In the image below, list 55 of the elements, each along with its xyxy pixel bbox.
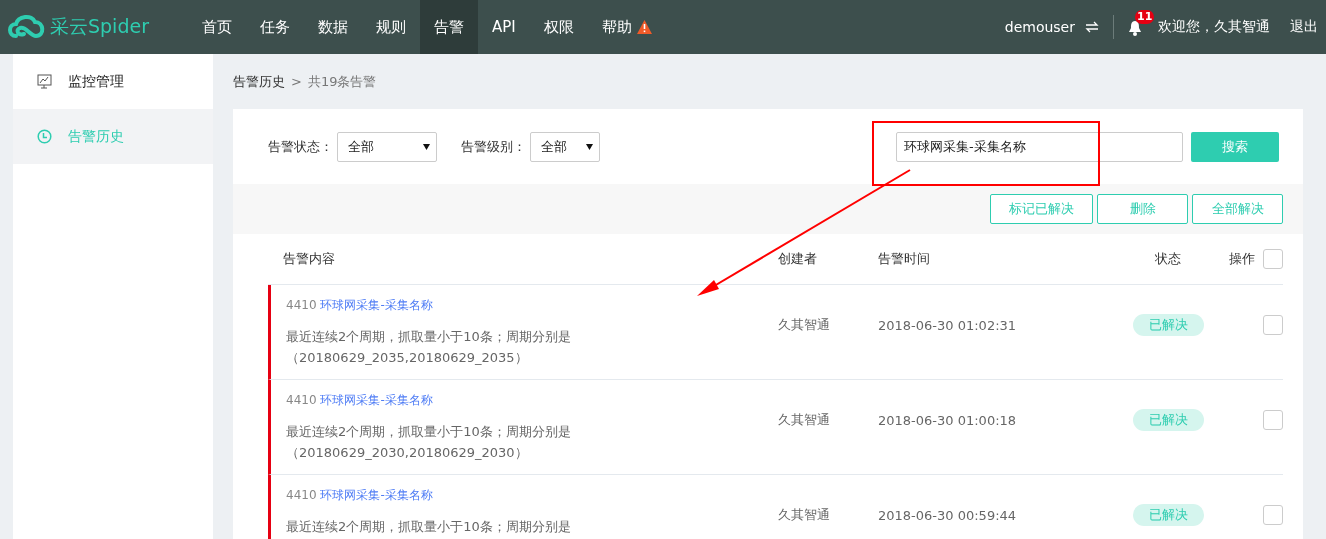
- nav-tab[interactable]: 数据: [304, 0, 362, 54]
- column-header: 状态: [1123, 234, 1213, 285]
- filter-dropdown[interactable]: 全部: [530, 131, 600, 162]
- warning-icon: [636, 20, 652, 34]
- notification-badge: 11: [1135, 10, 1155, 24]
- nav-tab[interactable]: 权限: [529, 0, 588, 54]
- column-header: 操作: [1229, 250, 1255, 268]
- creator-cell: 久其智通: [778, 506, 830, 524]
- breadcrumb-separator: >: [291, 74, 302, 89]
- nav-tab[interactable]: 首页: [188, 0, 246, 54]
- creator-cell: 久其智通: [778, 411, 830, 429]
- row-checkbox[interactable]: [1263, 505, 1283, 525]
- switch-arrows-icon: [1085, 21, 1099, 33]
- nav-tab[interactable]: 告警: [420, 0, 478, 54]
- task-link[interactable]: 环球网采集-采集名称: [320, 488, 433, 502]
- clock-icon: [37, 129, 52, 144]
- alert-id: 4410: [286, 393, 317, 407]
- alert-message: 最近连续2个周期，抓取量小于10条；周期分别是（20180629_2030,20180629_2030）: [286, 423, 572, 462]
- select-all-checkbox[interactable]: [1263, 249, 1283, 269]
- breadcrumb-link[interactable]: 告警历史: [233, 72, 285, 91]
- bell-icon[interactable]: [1128, 20, 1142, 36]
- username-link[interactable]: demouser: [1004, 19, 1075, 35]
- status-tag: 已解决: [1132, 314, 1204, 336]
- alert-message: 最近连续2个周期，抓取量小于10条；周期分别是: [286, 518, 572, 536]
- brand-name: 采云Spider: [50, 14, 149, 39]
- time-cell: 2018-06-30 00:59:44: [878, 507, 1017, 523]
- status-tag: 已解决: [1132, 409, 1204, 431]
- caret-icon: [423, 143, 430, 150]
- status-tag: 已解决: [1132, 504, 1204, 526]
- alert-id: 4410: [286, 488, 317, 502]
- nav-tab[interactable]: 帮助: [587, 0, 666, 54]
- alert-id: 4410: [286, 298, 317, 312]
- welcome-text: 欢迎您，久其智通: [1158, 18, 1270, 36]
- time-cell: 2018-06-30 01:02:31: [878, 317, 1017, 333]
- nav-tab[interactable]: API: [478, 0, 530, 54]
- nav-tab[interactable]: 规则: [362, 0, 420, 54]
- filter-label: 告警状态：: [268, 137, 333, 156]
- search-field[interactable]: 环球网采集-采集名称: [896, 131, 1183, 162]
- filter-dropdown[interactable]: 全部: [337, 131, 437, 162]
- alert-message: 最近连续2个周期，抓取量小于10条；周期分别是（20180629_2035,20180629_2035）: [286, 328, 572, 367]
- task-link[interactable]: 环球网采集-采集名称: [320, 298, 433, 312]
- column-header: 创建者: [778, 234, 878, 285]
- column-header: 告警内容: [268, 234, 778, 285]
- monitor-icon: [37, 74, 52, 89]
- caret-icon: [586, 143, 593, 150]
- row-checkbox[interactable]: [1263, 315, 1283, 335]
- nav-tab[interactable]: 任务: [246, 0, 304, 54]
- creator-cell: 久其智通: [778, 316, 830, 334]
- filter-label: 告警级别：: [461, 137, 526, 156]
- task-link[interactable]: 环球网采集-采集名称: [320, 393, 433, 407]
- logout-link[interactable]: 退出: [1290, 18, 1318, 36]
- time-cell: 2018-06-30 01:00:18: [878, 412, 1017, 428]
- column-header: 告警时间: [878, 234, 1123, 285]
- alert-count-text: 共19条告警: [307, 72, 377, 91]
- row-checkbox[interactable]: [1263, 410, 1283, 430]
